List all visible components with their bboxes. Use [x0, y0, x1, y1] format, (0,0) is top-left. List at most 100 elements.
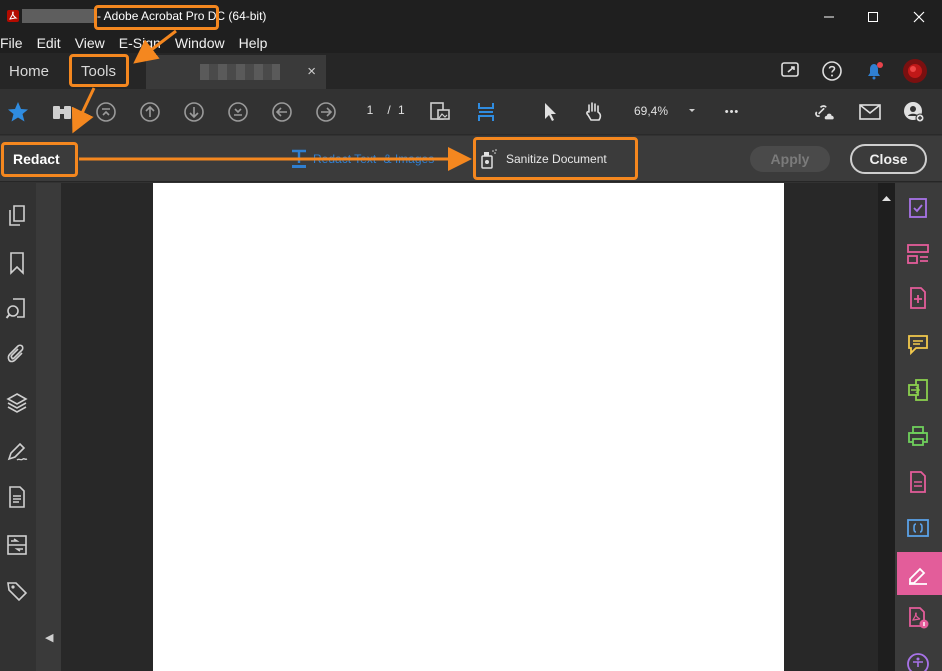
- tags-button[interactable]: [5, 579, 29, 603]
- left-navigation-pane: [0, 183, 36, 671]
- zoom-dropdown[interactable]: 69,4%: [634, 104, 697, 118]
- maximize-button[interactable]: [850, 0, 896, 33]
- print-production-icon: [908, 426, 928, 446]
- organize-pages-tool[interactable]: [906, 242, 930, 266]
- more-tools-button[interactable]: •••: [720, 100, 744, 124]
- pdf-properties-icon: [909, 607, 929, 629]
- share-link-button[interactable]: [814, 100, 838, 124]
- accessibility-tool[interactable]: [906, 650, 930, 671]
- compare-icon: [7, 535, 27, 555]
- avatar-icon: [903, 59, 927, 83]
- hand-tool-button[interactable]: [582, 100, 606, 124]
- organize-pages-icon: [907, 244, 929, 264]
- find-button[interactable]: [50, 100, 74, 124]
- bookmark-star-button[interactable]: [6, 100, 30, 124]
- tab-close-button[interactable]: ×: [307, 63, 316, 80]
- fit-page-button[interactable]: [474, 100, 498, 124]
- bookmarks-button[interactable]: [5, 251, 29, 275]
- tab-home[interactable]: Home: [9, 53, 49, 89]
- menu-help[interactable]: Help: [239, 35, 268, 51]
- add-user-button[interactable]: [902, 100, 926, 124]
- pages-icon: [9, 205, 25, 226]
- comment-tool[interactable]: [906, 332, 930, 356]
- user-avatar[interactable]: [902, 58, 928, 84]
- help-button[interactable]: [820, 59, 844, 83]
- bookmark-icon: [10, 252, 24, 275]
- first-page-icon: [96, 102, 116, 122]
- layers-button[interactable]: [5, 391, 29, 415]
- previous-page-button[interactable]: [138, 100, 162, 124]
- chevron-down-icon: [689, 109, 696, 112]
- tab-document[interactable]: ×: [146, 55, 326, 89]
- scroll-up-icon[interactable]: [882, 195, 891, 202]
- menu-edit[interactable]: Edit: [37, 35, 61, 51]
- create-pdf-tool[interactable]: [906, 286, 930, 310]
- pdf-properties-tool[interactable]: [906, 606, 930, 630]
- comment-icon: [908, 335, 928, 355]
- next-page-button[interactable]: [182, 100, 206, 124]
- signatures-button[interactable]: [5, 439, 29, 463]
- annotation-highlight-tools-tab: [69, 54, 129, 87]
- main-toolbar: 1 / 1 69,4% •••: [0, 89, 942, 135]
- hand-icon: [586, 102, 602, 121]
- select-tool-button[interactable]: [538, 100, 562, 124]
- zoom-value: 69,4%: [634, 104, 669, 118]
- annotation-highlight-redact: [1, 142, 78, 177]
- fit-width-icon: [478, 103, 494, 121]
- page-indicator: 1 / 1: [360, 103, 405, 117]
- collapse-left-pane-button[interactable]: ◀: [45, 631, 53, 644]
- redact-toolbar: Redact Redact Text & Images Sanitize Doc…: [0, 136, 942, 182]
- previous-view-button[interactable]: [270, 100, 294, 124]
- first-page-button[interactable]: [94, 100, 118, 124]
- annotation-highlight-sanitize: [473, 137, 638, 180]
- document-properties-button[interactable]: [5, 485, 29, 509]
- fill-sign-tool[interactable]: [906, 196, 930, 220]
- compare-button[interactable]: [5, 533, 29, 557]
- window-close-button[interactable]: [896, 0, 942, 33]
- export-pdf-tool[interactable]: [906, 378, 930, 402]
- redact-text-images-button[interactable]: Redact Text & Images: [313, 152, 434, 166]
- email-button[interactable]: [858, 100, 882, 124]
- title-filename-blurred: [22, 9, 94, 23]
- add-user-icon: [904, 102, 925, 123]
- edit-pdf-tool[interactable]: [906, 470, 930, 494]
- pages-thumbnails-button[interactable]: [5, 203, 29, 227]
- menu-window[interactable]: Window: [175, 35, 225, 51]
- menu-esign[interactable]: E-Sign: [119, 35, 161, 51]
- redact-icon: [909, 567, 927, 585]
- close-redact-button[interactable]: Close: [850, 144, 927, 174]
- next-view-button[interactable]: [314, 100, 338, 124]
- page-current-input[interactable]: 1: [360, 103, 380, 117]
- vertical-scrollbar[interactable]: [878, 183, 895, 671]
- share-screen-button[interactable]: [779, 59, 803, 83]
- bell-icon: [868, 62, 883, 80]
- arrow-left-icon: [272, 102, 292, 122]
- attachments-button[interactable]: [5, 343, 29, 367]
- envelope-icon: [859, 104, 881, 120]
- print-production-tool[interactable]: [906, 424, 930, 448]
- layers-icon: [6, 393, 28, 413]
- notifications-button[interactable]: [862, 59, 886, 83]
- search-document-button[interactable]: [5, 297, 29, 321]
- arrow-right-icon: [316, 102, 336, 122]
- cursor-icon: [545, 103, 556, 121]
- redact-tool[interactable]: [906, 562, 930, 586]
- tab-document-name-blurred: [200, 64, 280, 80]
- tab-bar: Home Tools ×: [0, 53, 942, 89]
- apply-button[interactable]: Apply: [750, 146, 830, 172]
- javascript-tool[interactable]: [906, 516, 930, 540]
- share-screen-icon: [781, 62, 799, 77]
- pdf-page[interactable]: [153, 183, 784, 671]
- tag-icon: [7, 582, 28, 602]
- last-page-icon: [228, 102, 248, 122]
- edit-pdf-icon: [910, 471, 926, 493]
- menu-view[interactable]: View: [75, 35, 105, 51]
- minimize-button[interactable]: [806, 0, 852, 33]
- arrow-up-icon: [140, 102, 160, 122]
- pages-to-picture-button[interactable]: [428, 100, 452, 124]
- link-cloud-icon: [815, 105, 834, 120]
- last-page-button[interactable]: [226, 100, 250, 124]
- redact-images-label: & Images: [383, 152, 435, 166]
- menu-file[interactable]: File: [0, 35, 23, 51]
- arrow-down-icon: [184, 102, 204, 122]
